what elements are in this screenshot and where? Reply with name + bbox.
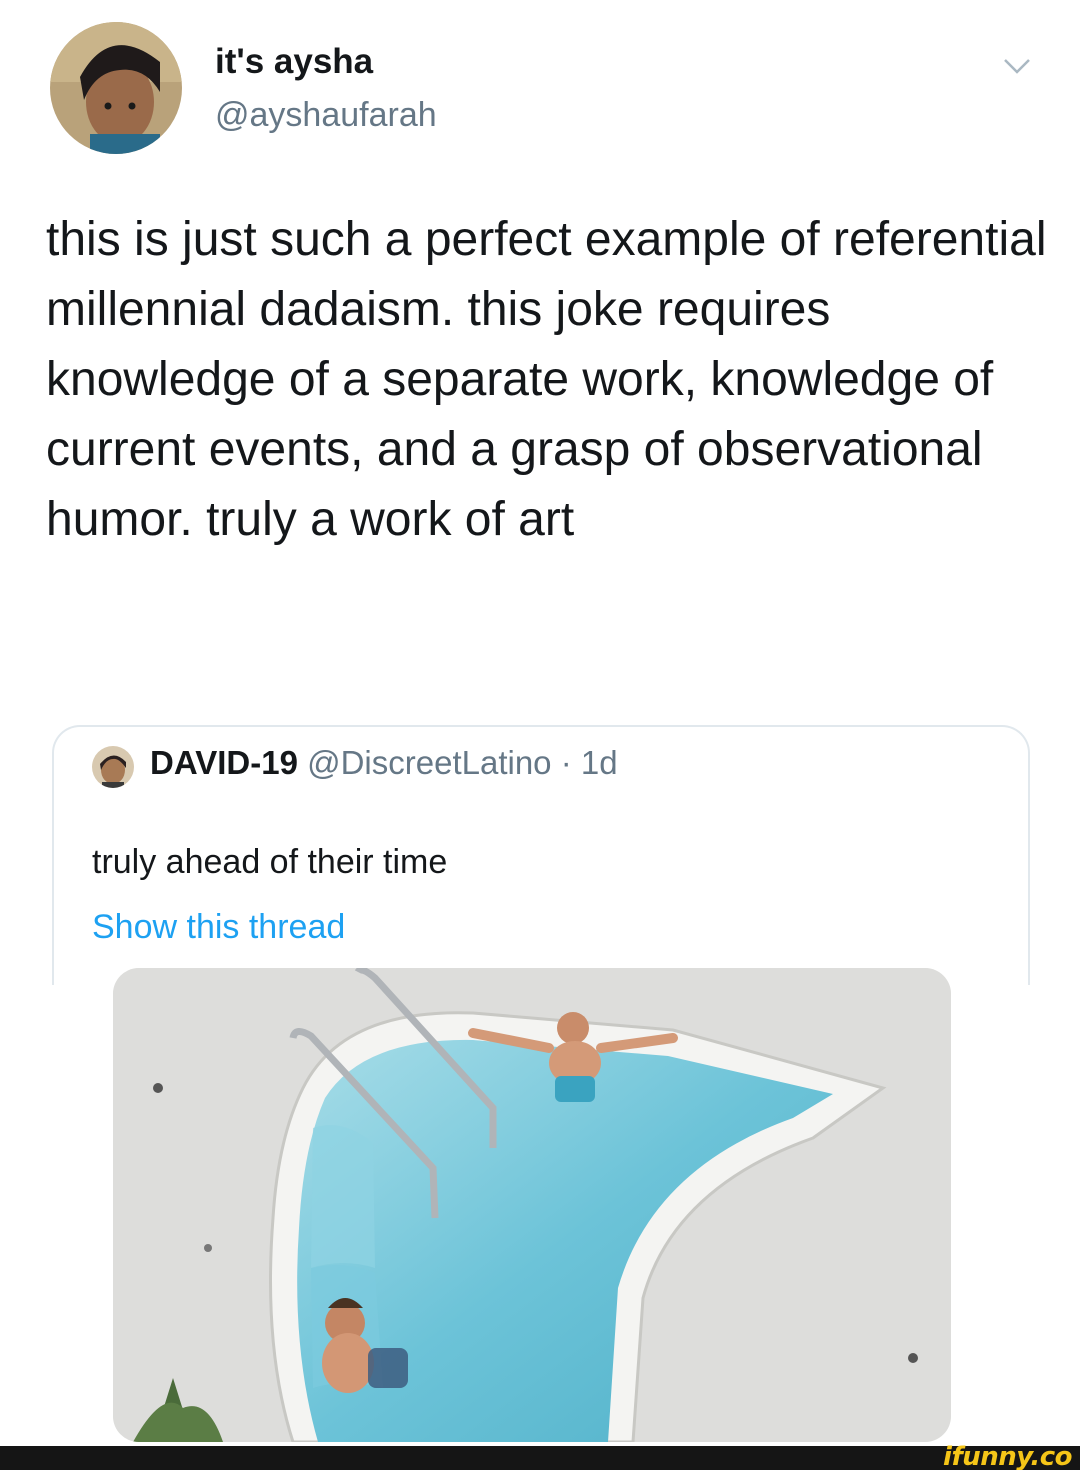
profile-photo-icon [92, 746, 134, 788]
profile-photo-icon [50, 22, 182, 154]
chevron-down-icon[interactable] [1002, 55, 1032, 77]
quoted-author-avatar[interactable] [92, 746, 134, 788]
footer-bar [0, 1446, 1080, 1470]
quoted-author-display-name[interactable]: DAVID-19 [150, 744, 298, 781]
author-avatar[interactable] [50, 22, 182, 154]
quoted-tweet-media[interactable] [113, 968, 951, 1442]
hot-tub-photo-icon [113, 968, 951, 1442]
quoted-tweet-time[interactable]: 1d [581, 744, 618, 781]
ifunny-watermark: ifunny.co [943, 1442, 1072, 1470]
quoted-tweet-header: DAVID-19 @DiscreetLatino · 1d [150, 744, 618, 782]
show-thread-link[interactable]: Show this thread [92, 908, 345, 947]
meta-separator: · [551, 744, 581, 781]
quoted-tweet-text: truly ahead of their time [92, 843, 448, 881]
quoted-author-handle[interactable]: @DiscreetLatino [307, 744, 551, 781]
tweet-text: this is just such a perfect example of r… [46, 213, 1047, 546]
author-display-name[interactable]: it's aysha [215, 42, 373, 82]
author-handle[interactable]: @ayshaufarah [215, 96, 437, 135]
